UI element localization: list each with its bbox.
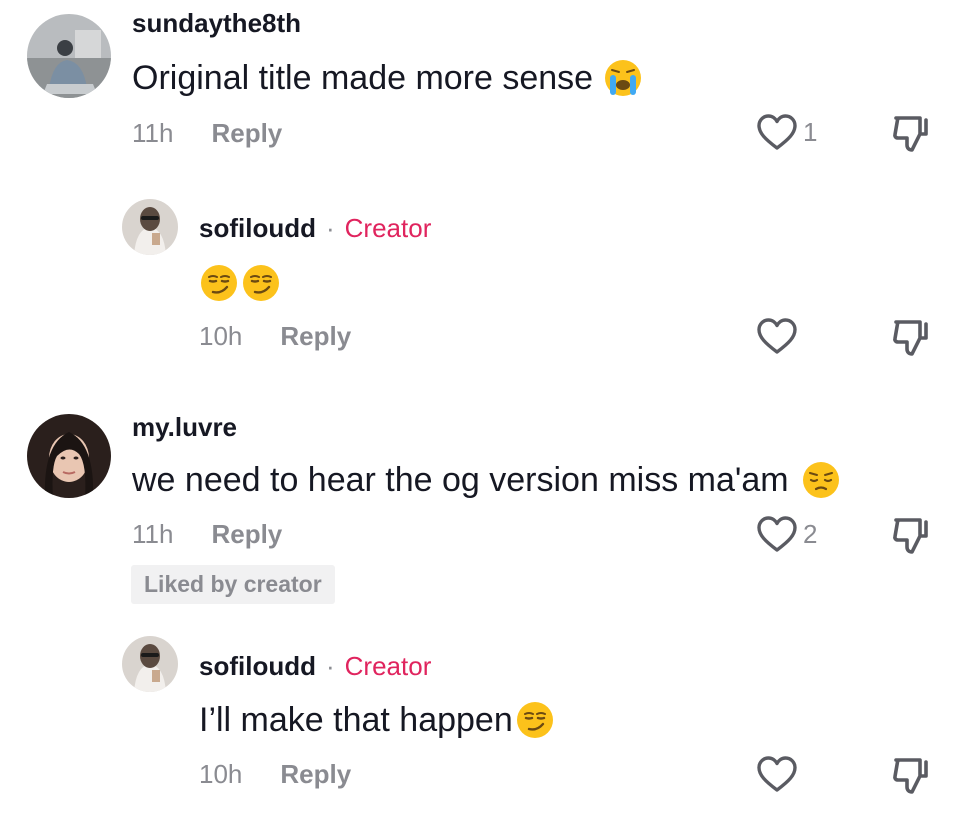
comment-meta: 10h Reply — [199, 759, 351, 790]
like-button[interactable] — [755, 316, 799, 356]
comment-username[interactable]: sofiloudd — [199, 213, 316, 243]
separator-dot: · — [325, 213, 335, 243]
smirking-face-icon — [199, 263, 239, 303]
heart-outline-icon — [755, 514, 799, 554]
smirking-face-icon — [241, 263, 281, 303]
separator-dot: · — [325, 651, 335, 681]
reply-button[interactable]: Reply — [280, 759, 351, 789]
thumbs-down-icon[interactable] — [890, 514, 930, 558]
comment-username-row: sofiloudd · Creator — [199, 651, 431, 682]
avatar[interactable] — [122, 199, 178, 255]
thumbs-down-icon[interactable] — [890, 754, 930, 798]
comment-time: 10h — [199, 321, 243, 351]
heart-outline-icon — [755, 754, 799, 794]
comment-text-content: Original title made more sense — [132, 58, 594, 97]
smirking-face-icon — [515, 700, 555, 740]
comment-time: 11h — [132, 118, 174, 148]
comment-meta: 10h Reply — [199, 321, 351, 352]
creator-badge: Creator — [344, 213, 432, 243]
like-count: 1 — [803, 116, 818, 147]
comment-username[interactable]: my.luvre — [132, 412, 237, 443]
reply-button[interactable]: Reply — [211, 519, 282, 549]
thumbs-down-icon[interactable] — [890, 316, 930, 360]
liked-by-creator-badge: Liked by creator — [131, 565, 335, 604]
comment-username[interactable]: sofiloudd — [199, 651, 316, 681]
heart-outline-icon — [755, 112, 799, 152]
comment-username-row: sofiloudd · Creator — [199, 213, 431, 244]
like-button[interactable] — [755, 754, 799, 794]
comment-time: 10h — [199, 759, 243, 789]
comment-meta: 11h Reply — [132, 118, 282, 149]
pensive-face-icon — [801, 460, 841, 500]
comment-text-content: we need to hear the og version miss ma'a… — [132, 460, 789, 499]
comment-text: Original title made more sense — [132, 58, 643, 98]
like-count: 2 — [803, 518, 818, 549]
thumbs-down-icon[interactable] — [890, 112, 930, 156]
comment-text: we need to hear the og version miss ma'a… — [132, 460, 841, 500]
comment-meta: 11h Reply — [132, 519, 282, 550]
reply-button[interactable]: Reply — [280, 321, 351, 351]
like-button[interactable]: 1 — [755, 112, 817, 152]
reply-button[interactable]: Reply — [211, 118, 282, 148]
comment-text-content: I’ll make that happen — [199, 700, 513, 739]
avatar[interactable] — [27, 14, 111, 98]
avatar[interactable] — [122, 636, 178, 692]
comment-time: 11h — [132, 519, 174, 549]
comment-username[interactable]: sundaythe8th — [132, 8, 301, 39]
heart-outline-icon — [755, 316, 799, 356]
comment-text: I’ll make that happen — [199, 700, 555, 740]
avatar[interactable] — [27, 414, 111, 498]
creator-badge: Creator — [344, 651, 432, 681]
like-button[interactable]: 2 — [755, 514, 817, 554]
comment-text — [199, 263, 281, 303]
loudly-crying-face-icon — [603, 58, 643, 98]
